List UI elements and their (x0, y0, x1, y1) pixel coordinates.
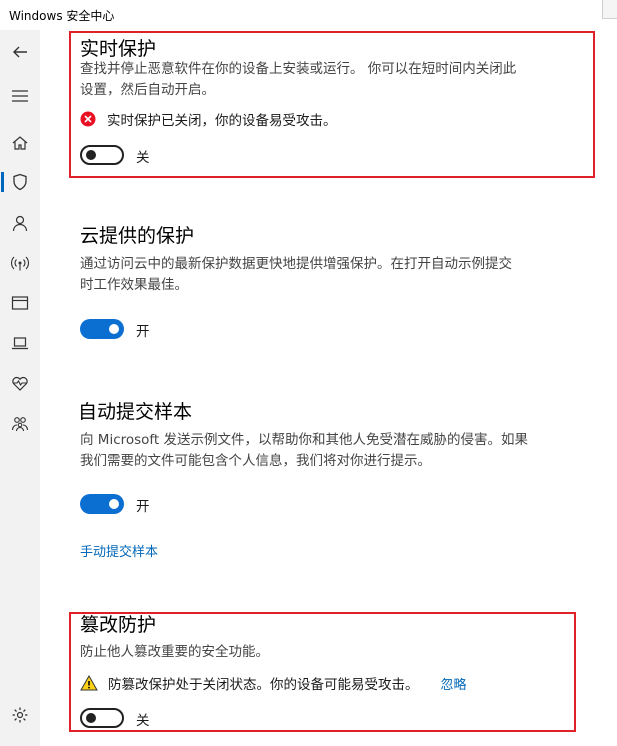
error-icon (80, 111, 96, 127)
account-icon (12, 215, 28, 232)
back-icon (13, 46, 27, 58)
wifi-icon (11, 256, 29, 271)
manual-sample-submit-link[interactable]: 手动提交样本 (80, 541, 158, 560)
sample-submission-desc-line2: 我们需要的文件可能包含个人信息，我们将对你进行提示。 (80, 453, 431, 469)
tamper-protection-toggle-label: 关 (136, 713, 150, 729)
menu-icon (12, 90, 28, 102)
toggle-knob (86, 713, 96, 723)
sample-submission-title: 自动提交样本 (78, 401, 193, 423)
tamper-protection-alert: 防篡改保护处于关闭状态。你的设备可能易受攻击。 忽略 (80, 673, 467, 693)
sidebar-item-settings[interactable] (0, 697, 40, 733)
realtime-protection-toggle[interactable] (80, 145, 124, 165)
back-button[interactable] (0, 34, 40, 70)
cloud-protection-desc-line1: 通过访问云中的最新保护数据更快地提供增强保护。在打开自动示例提交 (80, 256, 512, 272)
sidebar-item-family[interactable] (0, 405, 40, 441)
realtime-protection-desc-line1: 查找并停止恶意软件在你的设备上安装或运行。 你可以在短时间内关闭此 (80, 61, 517, 77)
sidebar-item-virus-protection[interactable] (0, 164, 40, 200)
cloud-protection-toggle[interactable] (80, 319, 124, 339)
main-content: 实时保护 查找并停止恶意软件在你的设备上安装或运行。 你可以在短时间内关闭此 设… (40, 30, 617, 746)
toggle-knob (109, 499, 119, 509)
app-browser-icon (11, 296, 29, 310)
realtime-protection-desc-line2: 设置，然后自动开启。 (80, 82, 215, 98)
window-control-button[interactable] (602, 0, 617, 19)
shield-icon (13, 173, 27, 191)
title-bar: Windows 安全中心 (0, 0, 617, 30)
health-icon (12, 376, 28, 391)
tamper-protection-title: 篡改防护 (80, 614, 157, 636)
sample-submission-desc-line1: 向 Microsoft 发送示例文件，以帮助你和其他人免受潜在威胁的侵害。如果 (80, 432, 529, 448)
realtime-protection-alert-text: 实时保护已关闭，你的设备易受攻击。 (107, 113, 337, 129)
cloud-protection-toggle-label: 开 (136, 324, 150, 340)
toggle-knob (109, 324, 119, 334)
family-icon (11, 417, 29, 432)
sidebar (0, 30, 40, 746)
menu-button[interactable] (0, 78, 40, 114)
toggle-knob (86, 150, 96, 160)
window-title: Windows 安全中心 (9, 9, 115, 23)
tamper-protection-alert-text: 防篡改保护处于关闭状态。你的设备可能易受攻击。 (108, 677, 419, 693)
realtime-protection-toggle-label: 关 (136, 150, 150, 166)
sample-submission-toggle-label: 开 (136, 499, 150, 515)
sidebar-item-device-security[interactable] (0, 325, 40, 361)
warning-icon (80, 675, 98, 691)
sidebar-item-firewall[interactable] (0, 245, 40, 281)
sidebar-item-device-health[interactable] (0, 365, 40, 401)
tamper-protection-desc: 防止他人篡改重要的安全功能。 (80, 644, 269, 660)
realtime-protection-alert: 实时保护已关闭，你的设备易受攻击。 (80, 109, 337, 129)
settings-icon (12, 707, 28, 723)
sidebar-item-account[interactable] (0, 205, 40, 241)
sidebar-item-home[interactable] (0, 125, 40, 161)
sample-submission-toggle[interactable] (80, 494, 124, 514)
tamper-protection-toggle[interactable] (80, 708, 124, 728)
realtime-protection-title: 实时保护 (80, 38, 157, 60)
ignore-link[interactable]: 忽略 (441, 674, 467, 693)
sidebar-item-app-browser[interactable] (0, 285, 40, 321)
cloud-protection-title: 云提供的保护 (80, 225, 195, 247)
device-icon (12, 337, 28, 350)
home-icon (12, 136, 28, 150)
cloud-protection-desc-line2: 时工作效果最佳。 (80, 277, 188, 293)
